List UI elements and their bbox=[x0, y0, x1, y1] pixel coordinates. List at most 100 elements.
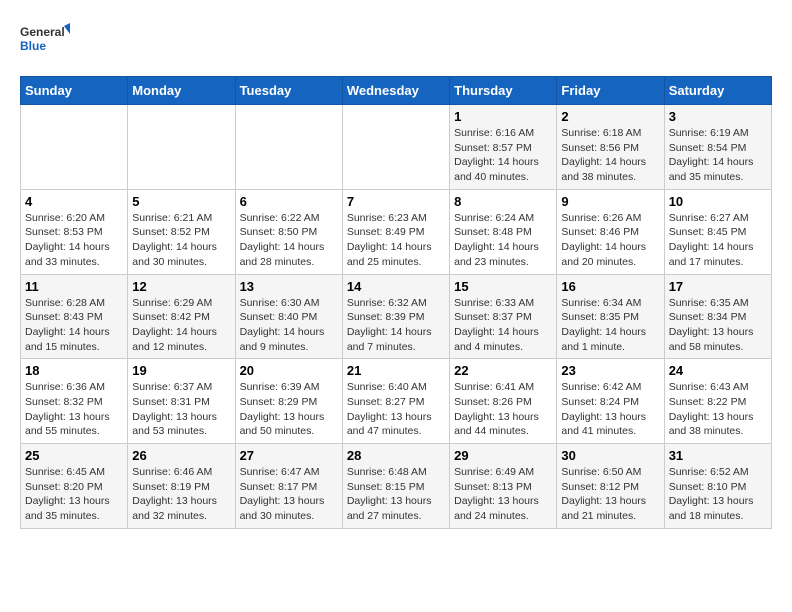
day-number: 10 bbox=[669, 194, 767, 209]
day-info: Sunrise: 6:30 AM Sunset: 8:40 PM Dayligh… bbox=[240, 296, 338, 355]
day-number: 28 bbox=[347, 448, 445, 463]
day-number: 12 bbox=[132, 279, 230, 294]
day-info: Sunrise: 6:29 AM Sunset: 8:42 PM Dayligh… bbox=[132, 296, 230, 355]
day-info: Sunrise: 6:40 AM Sunset: 8:27 PM Dayligh… bbox=[347, 380, 445, 439]
day-info: Sunrise: 6:26 AM Sunset: 8:46 PM Dayligh… bbox=[561, 211, 659, 270]
day-info: Sunrise: 6:41 AM Sunset: 8:26 PM Dayligh… bbox=[454, 380, 552, 439]
day-number: 31 bbox=[669, 448, 767, 463]
logo: General Blue bbox=[20, 20, 70, 60]
calendar-cell: 27Sunrise: 6:47 AM Sunset: 8:17 PM Dayli… bbox=[235, 444, 342, 529]
svg-text:Blue: Blue bbox=[20, 39, 46, 53]
header-day-friday: Friday bbox=[557, 77, 664, 105]
day-number: 20 bbox=[240, 363, 338, 378]
page-header: General Blue bbox=[20, 20, 772, 60]
day-info: Sunrise: 6:18 AM Sunset: 8:56 PM Dayligh… bbox=[561, 126, 659, 185]
day-info: Sunrise: 6:35 AM Sunset: 8:34 PM Dayligh… bbox=[669, 296, 767, 355]
calendar-cell: 11 Sunrise: 6:28 AM Sunset: 8:43 PM Dayli… bbox=[21, 274, 128, 359]
header-day-monday: Monday bbox=[128, 77, 235, 105]
calendar-cell: 29Sunrise: 6:49 AM Sunset: 8:13 PM Dayli… bbox=[450, 444, 557, 529]
day-number: 19 bbox=[132, 363, 230, 378]
day-number: 3 bbox=[669, 109, 767, 124]
calendar-cell: 19 Sunrise: 6:37 AM Sunset: 8:31 PM Dayli… bbox=[128, 359, 235, 444]
day-number: 24 bbox=[669, 363, 767, 378]
calendar-week-2: 4 Sunrise: 6:20 AM Sunset: 8:53 PM Daylig… bbox=[21, 189, 772, 274]
svg-text:General: General bbox=[20, 25, 65, 39]
day-info: Sunrise: 6:46 AM Sunset: 8:19 PM Dayligh… bbox=[132, 465, 230, 524]
day-number: 16 bbox=[561, 279, 659, 294]
day-info: Sunrise: 6:27 AM Sunset: 8:45 PM Dayligh… bbox=[669, 211, 767, 270]
day-number: 7 bbox=[347, 194, 445, 209]
calendar-week-4: 18Sunrise: 6:36 AM Sunset: 8:32 PM Dayli… bbox=[21, 359, 772, 444]
calendar-cell: 18Sunrise: 6:36 AM Sunset: 8:32 PM Dayli… bbox=[21, 359, 128, 444]
calendar-cell: 20Sunrise: 6:39 AM Sunset: 8:29 PM Dayli… bbox=[235, 359, 342, 444]
day-number: 14 bbox=[347, 279, 445, 294]
header-day-thursday: Thursday bbox=[450, 77, 557, 105]
calendar-cell: 23Sunrise: 6:42 AM Sunset: 8:24 PM Dayli… bbox=[557, 359, 664, 444]
day-number: 1 bbox=[454, 109, 552, 124]
calendar-cell: 13 Sunrise: 6:30 AM Sunset: 8:40 PM Dayli… bbox=[235, 274, 342, 359]
day-number: 9 bbox=[561, 194, 659, 209]
calendar-cell bbox=[342, 105, 449, 190]
calendar-cell: 12 Sunrise: 6:29 AM Sunset: 8:42 PM Dayli… bbox=[128, 274, 235, 359]
day-info: Sunrise: 6:23 AM Sunset: 8:49 PM Dayligh… bbox=[347, 211, 445, 270]
calendar-cell: 26 Sunrise: 6:46 AM Sunset: 8:19 PM Dayli… bbox=[128, 444, 235, 529]
header-day-tuesday: Tuesday bbox=[235, 77, 342, 105]
day-number: 22 bbox=[454, 363, 552, 378]
calendar-cell: 5 Sunrise: 6:21 AM Sunset: 8:52 PM Daylig… bbox=[128, 189, 235, 274]
calendar-table: SundayMondayTuesdayWednesdayThursdayFrid… bbox=[20, 76, 772, 529]
day-number: 25 bbox=[25, 448, 123, 463]
day-info: Sunrise: 6:37 AM Sunset: 8:31 PM Dayligh… bbox=[132, 380, 230, 439]
day-info: Sunrise: 6:52 AM Sunset: 8:10 PM Dayligh… bbox=[669, 465, 767, 524]
day-info: Sunrise: 6:43 AM Sunset: 8:22 PM Dayligh… bbox=[669, 380, 767, 439]
day-number: 8 bbox=[454, 194, 552, 209]
day-info: Sunrise: 6:16 AM Sunset: 8:57 PM Dayligh… bbox=[454, 126, 552, 185]
day-number: 4 bbox=[25, 194, 123, 209]
header-day-saturday: Saturday bbox=[664, 77, 771, 105]
calendar-cell: 30Sunrise: 6:50 AM Sunset: 8:12 PM Dayli… bbox=[557, 444, 664, 529]
day-info: Sunrise: 6:22 AM Sunset: 8:50 PM Dayligh… bbox=[240, 211, 338, 270]
calendar-cell: 9 Sunrise: 6:26 AM Sunset: 8:46 PM Daylig… bbox=[557, 189, 664, 274]
calendar-cell: 2Sunrise: 6:18 AM Sunset: 8:56 PM Daylig… bbox=[557, 105, 664, 190]
calendar-cell: 8 Sunrise: 6:24 AM Sunset: 8:48 PM Daylig… bbox=[450, 189, 557, 274]
day-info: Sunrise: 6:33 AM Sunset: 8:37 PM Dayligh… bbox=[454, 296, 552, 355]
day-number: 11 bbox=[25, 279, 123, 294]
days-header-row: SundayMondayTuesdayWednesdayThursdayFrid… bbox=[21, 77, 772, 105]
day-number: 5 bbox=[132, 194, 230, 209]
logo-svg: General Blue bbox=[20, 20, 70, 60]
calendar-cell: 28Sunrise: 6:48 AM Sunset: 8:15 PM Dayli… bbox=[342, 444, 449, 529]
day-number: 21 bbox=[347, 363, 445, 378]
calendar-cell: 6 Sunrise: 6:22 AM Sunset: 8:50 PM Daylig… bbox=[235, 189, 342, 274]
day-info: Sunrise: 6:21 AM Sunset: 8:52 PM Dayligh… bbox=[132, 211, 230, 270]
day-number: 17 bbox=[669, 279, 767, 294]
calendar-cell: 10 Sunrise: 6:27 AM Sunset: 8:45 PM Dayli… bbox=[664, 189, 771, 274]
header-day-sunday: Sunday bbox=[21, 77, 128, 105]
calendar-cell bbox=[128, 105, 235, 190]
day-number: 13 bbox=[240, 279, 338, 294]
day-info: Sunrise: 6:28 AM Sunset: 8:43 PM Dayligh… bbox=[25, 296, 123, 355]
calendar-cell: 14 Sunrise: 6:32 AM Sunset: 8:39 PM Dayli… bbox=[342, 274, 449, 359]
calendar-cell: 4 Sunrise: 6:20 AM Sunset: 8:53 PM Daylig… bbox=[21, 189, 128, 274]
calendar-cell bbox=[235, 105, 342, 190]
calendar-cell: 15 Sunrise: 6:33 AM Sunset: 8:37 PM Dayli… bbox=[450, 274, 557, 359]
day-info: Sunrise: 6:20 AM Sunset: 8:53 PM Dayligh… bbox=[25, 211, 123, 270]
day-info: Sunrise: 6:45 AM Sunset: 8:20 PM Dayligh… bbox=[25, 465, 123, 524]
day-info: Sunrise: 6:47 AM Sunset: 8:17 PM Dayligh… bbox=[240, 465, 338, 524]
calendar-cell: 17 Sunrise: 6:35 AM Sunset: 8:34 PM Dayli… bbox=[664, 274, 771, 359]
day-number: 18 bbox=[25, 363, 123, 378]
day-number: 23 bbox=[561, 363, 659, 378]
day-number: 6 bbox=[240, 194, 338, 209]
calendar-cell: 1 Sunrise: 6:16 AM Sunset: 8:57 PM Daylig… bbox=[450, 105, 557, 190]
day-number: 15 bbox=[454, 279, 552, 294]
header-day-wednesday: Wednesday bbox=[342, 77, 449, 105]
calendar-week-3: 11 Sunrise: 6:28 AM Sunset: 8:43 PM Dayli… bbox=[21, 274, 772, 359]
day-number: 26 bbox=[132, 448, 230, 463]
calendar-week-5: 25 Sunrise: 6:45 AM Sunset: 8:20 PM Dayli… bbox=[21, 444, 772, 529]
day-info: Sunrise: 6:50 AM Sunset: 8:12 PM Dayligh… bbox=[561, 465, 659, 524]
day-info: Sunrise: 6:49 AM Sunset: 8:13 PM Dayligh… bbox=[454, 465, 552, 524]
day-info: Sunrise: 6:34 AM Sunset: 8:35 PM Dayligh… bbox=[561, 296, 659, 355]
day-info: Sunrise: 6:24 AM Sunset: 8:48 PM Dayligh… bbox=[454, 211, 552, 270]
calendar-cell: 21 Sunrise: 6:40 AM Sunset: 8:27 PM Dayli… bbox=[342, 359, 449, 444]
calendar-cell: 25 Sunrise: 6:45 AM Sunset: 8:20 PM Dayli… bbox=[21, 444, 128, 529]
day-info: Sunrise: 6:32 AM Sunset: 8:39 PM Dayligh… bbox=[347, 296, 445, 355]
calendar-week-1: 1 Sunrise: 6:16 AM Sunset: 8:57 PM Daylig… bbox=[21, 105, 772, 190]
